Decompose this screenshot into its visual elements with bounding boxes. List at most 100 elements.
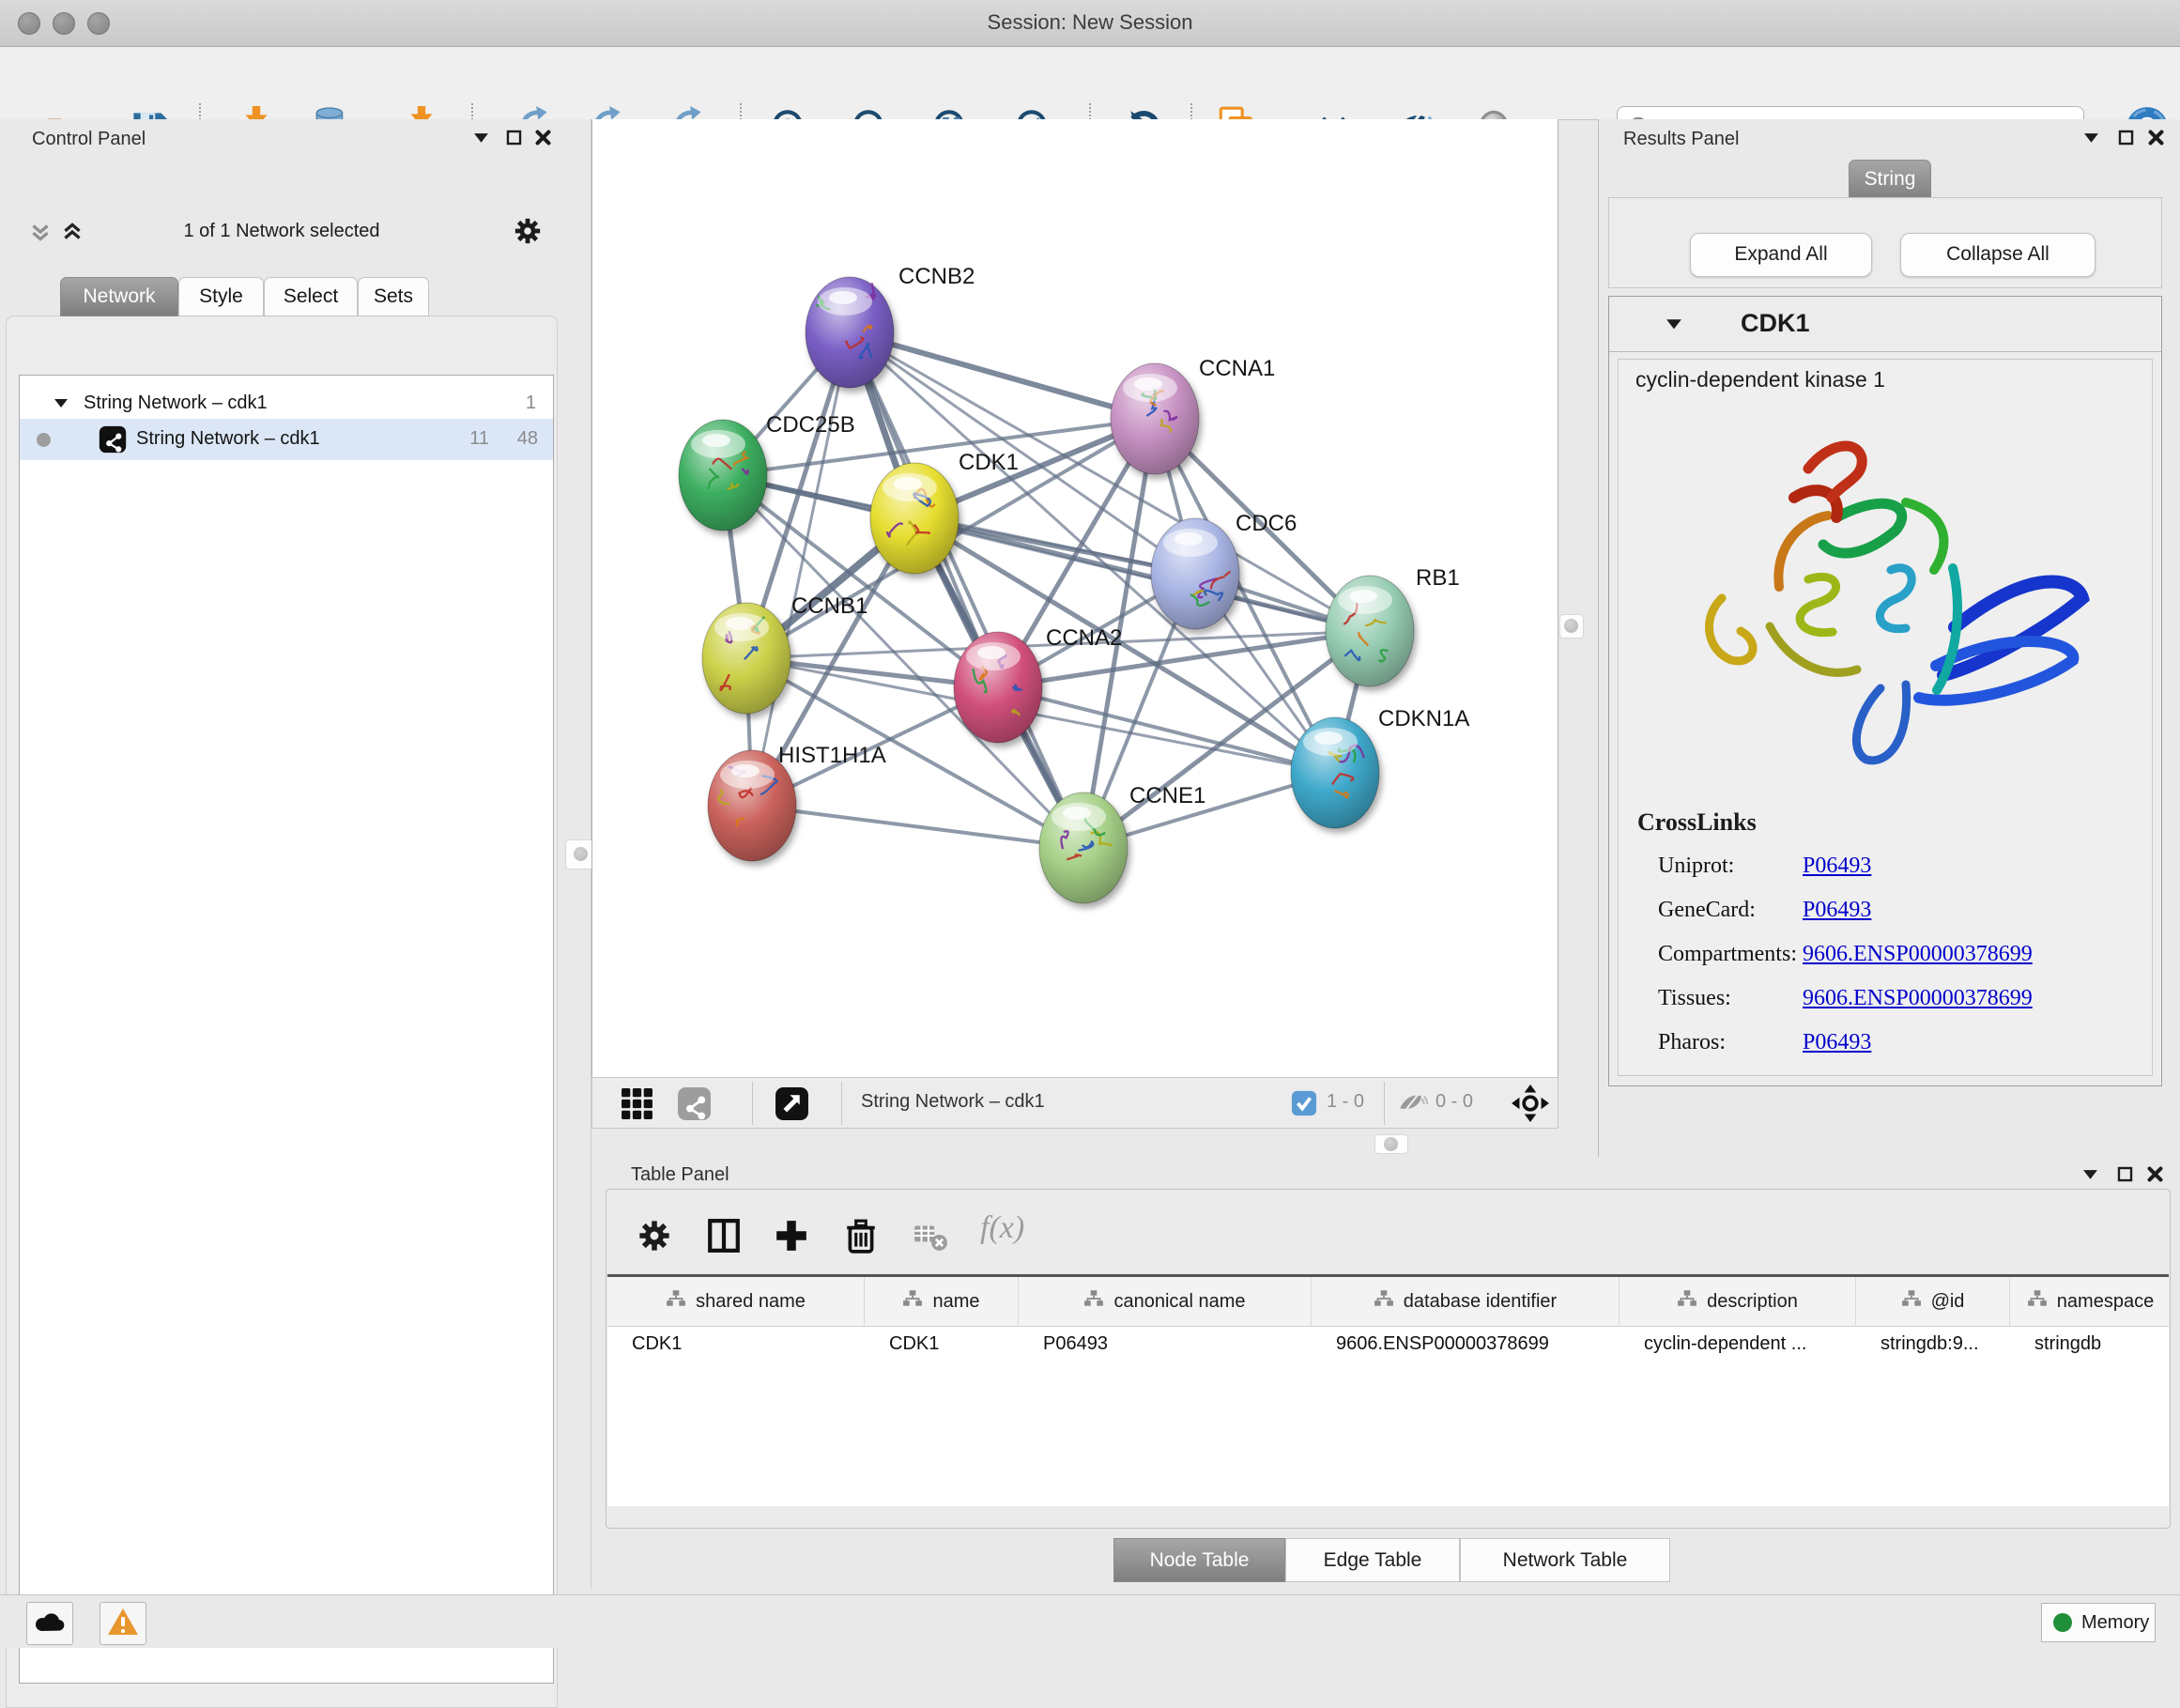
results-panel-title: Results Panel (1623, 129, 1739, 150)
crosslink-label: Uniprot: (1658, 854, 1734, 879)
sort-tree-icon (1901, 1288, 1922, 1315)
function-builder-icon[interactable]: f(x) (980, 1210, 1065, 1246)
crosslink-label: Tissues: (1658, 986, 1731, 1011)
tab-string[interactable]: String (1849, 160, 1931, 201)
results-panel-menu-icon[interactable] (2083, 131, 2104, 152)
column-header-description[interactable]: description (1620, 1277, 1856, 1326)
selected-checkbox-icon[interactable] (1291, 1090, 1317, 1116)
results-panel-float-icon[interactable] (2117, 129, 2138, 149)
sort-tree-icon (666, 1288, 686, 1315)
column-header-shared-name[interactable]: shared name (607, 1277, 865, 1326)
control-panel-menu-icon[interactable] (473, 131, 494, 152)
graph-node-CCNA2[interactable] (954, 632, 1042, 743)
title-bar: Session: New Session (0, 0, 2180, 47)
delete-table-icon[interactable] (913, 1218, 948, 1254)
node-label-HIST1H1A: HIST1H1A (778, 743, 886, 768)
table-cell[interactable]: cyclin-dependent ... (1644, 1333, 1849, 1355)
tab-network-table[interactable]: Network Table (1460, 1538, 1670, 1582)
crosslink-row: Compartments: 9606.ENSP00000378699 (1619, 934, 2152, 977)
crosslink-link[interactable]: P06493 (1803, 1030, 1871, 1055)
table-cell[interactable]: CDK1 (889, 1333, 1011, 1355)
results-panel-close-icon[interactable] (2147, 129, 2168, 149)
string-network-badge-icon (99, 425, 127, 458)
crosslink-link[interactable]: P06493 (1803, 898, 1871, 923)
network-options-gear-icon[interactable] (513, 216, 533, 237)
column-header--id[interactable]: @id (1856, 1277, 2010, 1326)
crosslink-row: Pharos: P06493 (1619, 1023, 2152, 1066)
tab-node-table[interactable]: Node Table (1113, 1538, 1285, 1582)
column-header-name[interactable]: name (865, 1277, 1019, 1326)
network-badge-gray-icon[interactable] (677, 1086, 712, 1121)
network-canvas[interactable]: CCNB2CCNA1CDC25BCDK1CDC6RB1CCNB1CCNA2CDK… (591, 119, 1558, 1077)
hidden-eye-icon[interactable] (1396, 1088, 1428, 1120)
column-header-namespace[interactable]: namespace (2010, 1277, 2169, 1326)
expand-all-button[interactable]: Expand All (1690, 233, 1872, 277)
tab-select[interactable]: Select (264, 277, 358, 316)
tab-network[interactable]: Network (60, 277, 178, 316)
crosslink-link[interactable]: P06493 (1803, 854, 1871, 879)
table-panel-float-icon[interactable] (2116, 1165, 2137, 1186)
control-panel-close-icon[interactable] (534, 129, 555, 149)
graph-node-CCNB1[interactable] (702, 603, 791, 714)
collection-count: 1 (487, 392, 536, 414)
birdseye-view-icon[interactable] (775, 1086, 809, 1121)
expand-all-networks-icon[interactable] (60, 220, 81, 240)
crosslink-link[interactable]: 9606.ENSP00000378699 (1803, 942, 2033, 967)
collapse-all-button[interactable]: Collapse All (1900, 233, 2096, 277)
graph-node-CCNA1[interactable] (1111, 363, 1199, 474)
window-title: Session: New Session (0, 10, 2180, 35)
cloud-icon (34, 1610, 66, 1638)
grid-view-icon[interactable] (620, 1086, 654, 1121)
entry-expander-icon[interactable] (1666, 317, 1682, 335)
collection-expander-icon[interactable] (54, 396, 69, 413)
column-header-canonical-name[interactable]: canonical name (1019, 1277, 1312, 1326)
crosslink-row: Uniprot: P06493 (1619, 846, 2152, 889)
tab-sets[interactable]: Sets (358, 277, 429, 316)
crosslink-link[interactable]: 9606.ENSP00000378699 (1803, 986, 2033, 1011)
gene-entry-header[interactable]: CDK1 (1609, 297, 2161, 352)
cloud-button[interactable] (26, 1602, 73, 1645)
memory-indicator[interactable]: Memory (2041, 1603, 2156, 1642)
table-cell[interactable]: stringdb (2034, 1333, 2164, 1355)
graph-node-CDC25B[interactable] (679, 420, 767, 531)
crosslink-label: Pharos: (1658, 1030, 1726, 1055)
table-panel-menu-icon[interactable] (2082, 1168, 2103, 1189)
collapse-all-networks-icon[interactable] (28, 220, 49, 240)
table-header-row: shared namenamecanonical namedatabase id… (607, 1277, 2169, 1327)
node-table: shared namenamecanonical namedatabase id… (607, 1274, 2169, 1506)
sort-tree-icon (2027, 1288, 2048, 1315)
table-cell[interactable]: P06493 (1043, 1333, 1304, 1355)
sort-tree-icon (1083, 1288, 1104, 1315)
crosslink-row: Tissues: 9606.ENSP00000378699 (1619, 978, 2152, 1022)
table-gear-icon[interactable] (637, 1218, 672, 1254)
delete-column-icon[interactable] (843, 1218, 879, 1254)
warning-button[interactable] (100, 1602, 146, 1645)
table-cell[interactable]: stringdb:9... (1881, 1333, 2003, 1355)
collection-label: String Network – cdk1 (84, 392, 268, 414)
tab-style[interactable]: Style (178, 277, 264, 316)
add-column-icon[interactable] (774, 1218, 809, 1254)
right-splitter-handle[interactable] (1559, 614, 1584, 639)
sort-tree-icon (1374, 1288, 1394, 1315)
crosslink-label: Compartments: (1658, 942, 1797, 967)
show-columns-icon[interactable] (706, 1218, 742, 1254)
graph-node-CDK1[interactable] (870, 463, 959, 574)
control-panel-float-icon[interactable] (505, 129, 526, 149)
graph-node-RB1[interactable] (1326, 576, 1414, 686)
network-row-selected[interactable]: String Network – cdk1 11 48 (20, 419, 553, 460)
graph-node-CDC6[interactable] (1151, 518, 1239, 629)
graph-node-CCNE1[interactable] (1039, 792, 1128, 903)
table-panel-close-icon[interactable] (2146, 1165, 2167, 1186)
gene-entry-body: cyclin-dependent kinase 1 (1618, 359, 2153, 1076)
move-crosshair-icon[interactable] (1511, 1084, 1550, 1123)
tab-edge-table[interactable]: Edge Table (1285, 1538, 1460, 1582)
graph-node-CDKN1A[interactable] (1291, 717, 1379, 828)
table-cell[interactable]: 9606.ENSP00000378699 (1336, 1333, 1612, 1355)
network-label: String Network – cdk1 (136, 428, 320, 450)
column-header-database-identifier[interactable]: database identifier (1312, 1277, 1620, 1326)
graph-node-CCNB2[interactable] (806, 277, 894, 388)
network-view-title: String Network – cdk1 (861, 1091, 1045, 1113)
horizontal-splitter-handle[interactable] (1374, 1134, 1408, 1154)
table-cell[interactable]: CDK1 (632, 1333, 857, 1355)
node-label-CDC25B: CDC25B (766, 412, 855, 438)
